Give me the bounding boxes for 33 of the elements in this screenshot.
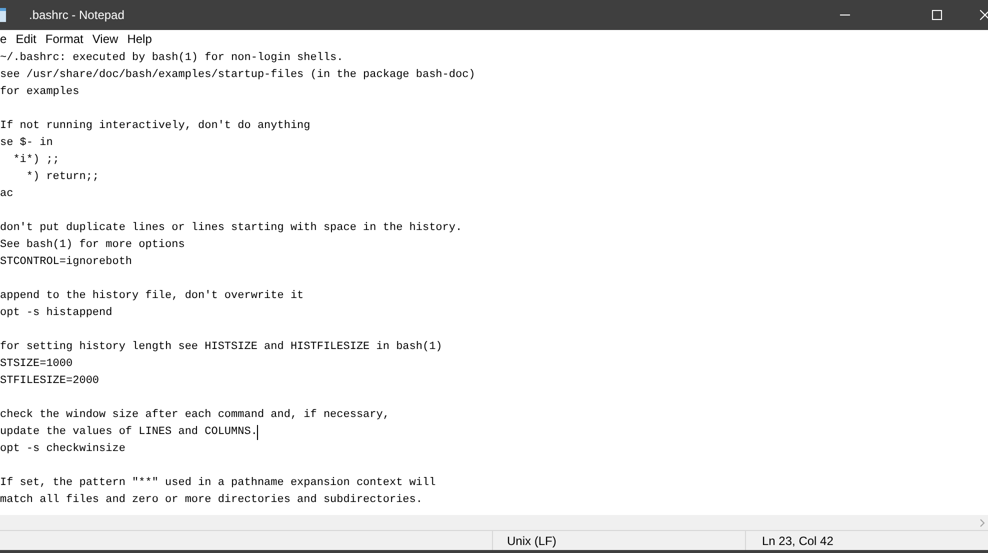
maximize-icon[interactable] bbox=[932, 10, 942, 20]
text-line: If not running interactively, don't do anything bbox=[0, 119, 310, 134]
text-line: for setting history length see HISTSIZE and HISTFILESIZE in bash(1) bbox=[0, 340, 442, 355]
close-icon[interactable] bbox=[980, 10, 988, 20]
text-line: *i*) ;; bbox=[12, 153, 60, 168]
text-line: If set, the pattern "**" used in a pathname expansion context will bbox=[0, 476, 436, 491]
horizontal-scrollbar[interactable] bbox=[0, 515, 988, 530]
window-title: .bashrc - Notepad bbox=[29, 7, 124, 24]
menu-item[interactable]: e bbox=[0, 30, 7, 48]
text-line: opt -s histappend bbox=[0, 306, 112, 321]
text-line: opt -s checkwinsize bbox=[0, 442, 126, 457]
text-line: See bash(1) for more options bbox=[0, 238, 185, 253]
text-line: for examples bbox=[0, 85, 80, 100]
notepad-icon bbox=[0, 8, 6, 22]
line-ending-label: Unix (LF) bbox=[507, 532, 556, 550]
text-line: see /usr/share/doc/bash/examples/startup-files (in the package bash-doc) bbox=[0, 68, 476, 83]
text-line: match all files and zero or more directories and subdirectories. bbox=[0, 493, 422, 508]
text-line: ac bbox=[0, 187, 14, 202]
text-line: STFILESIZE=2000 bbox=[0, 374, 100, 389]
cursor-position-label: Ln 23, Col 42 bbox=[762, 532, 834, 550]
text-line: check the window size after each command and, if necessary, bbox=[0, 408, 390, 423]
menu-item[interactable]: Edit bbox=[16, 30, 36, 48]
text-line: don't put duplicate lines or lines starting with space in the history. bbox=[0, 221, 462, 236]
text-line: append to the history file, don't overwrite it bbox=[0, 289, 304, 304]
text-line: ~/.bashrc: executed by bash(1) for non-login shells. bbox=[0, 51, 344, 66]
text-line: STSIZE=1000 bbox=[0, 357, 73, 372]
text-line: *) return;; bbox=[25, 170, 100, 185]
text-line: STCONTROL=ignoreboth bbox=[0, 255, 132, 270]
menu-item[interactable]: Format bbox=[45, 30, 84, 48]
text-line: se $- in bbox=[0, 136, 53, 151]
menu-item[interactable]: View bbox=[92, 30, 118, 48]
menu-item[interactable]: Help bbox=[127, 30, 152, 48]
text-line: update the values of LINES and COLUMNS. bbox=[0, 425, 258, 440]
